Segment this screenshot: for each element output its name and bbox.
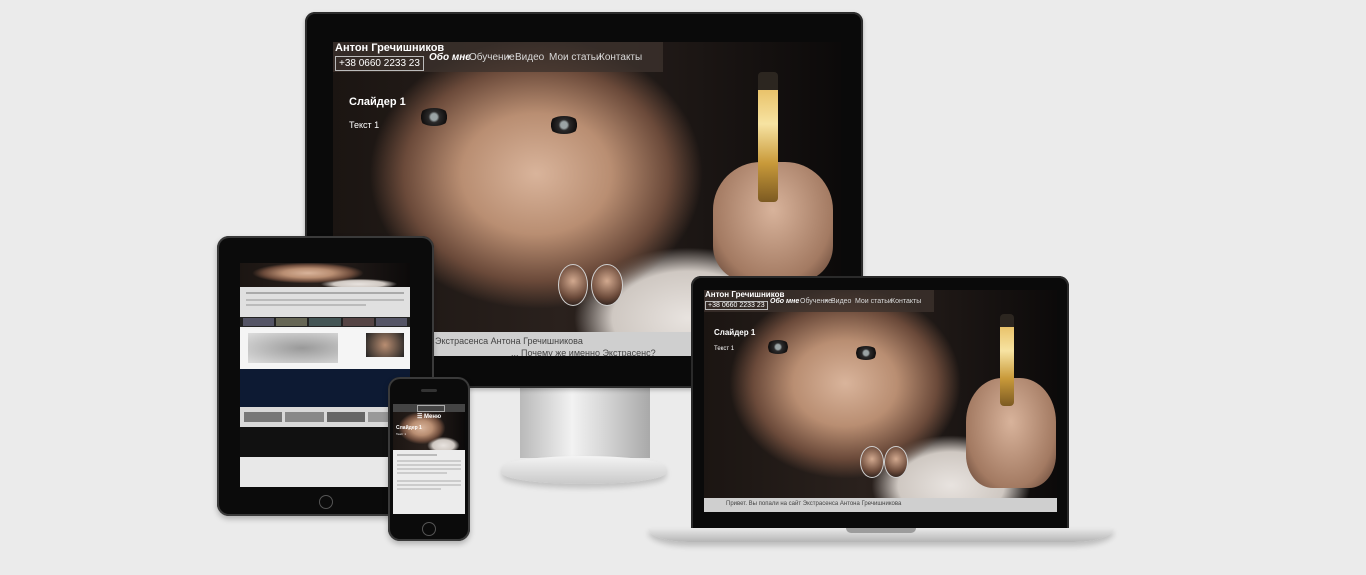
photo-eye-right — [548, 116, 580, 134]
photo-eye-left — [418, 108, 450, 126]
slide-title: Слайдер 1 — [714, 328, 756, 337]
slider-thumb-2[interactable] — [591, 264, 623, 306]
phone-screen: ☰ Меню Слайдер 1 Текст 1 — [393, 404, 465, 514]
slider-thumb-2[interactable] — [884, 446, 908, 478]
tablet-article — [240, 329, 410, 369]
photo-eye-left — [766, 340, 790, 354]
phone-slide-text: Текст 1 — [396, 432, 407, 436]
site-phone[interactable]: +38 0660 2233 23 — [705, 301, 768, 310]
site-phone[interactable]: +38 0660 2233 23 — [335, 56, 424, 71]
slide-title: Слайдер 1 — [349, 96, 406, 108]
chevron-down-icon: ▾ — [825, 298, 828, 304]
nav-articles[interactable]: Мои статьи — [855, 298, 892, 305]
photo-vial — [758, 72, 778, 202]
intro-strip: Экстрасенса Антона Гречишникова ... Поче… — [433, 332, 691, 356]
phone-home-button[interactable] — [422, 522, 436, 536]
tablet-footer — [240, 457, 410, 487]
photo-eye-right — [854, 346, 878, 360]
tablet-video — [240, 427, 410, 457]
photo-vial — [1000, 314, 1014, 406]
chevron-down-icon: ▾ — [507, 54, 511, 61]
tablet-banner — [240, 369, 410, 407]
intro-line-2: ... Почему же именно Экстрасенс? — [511, 348, 656, 356]
monitor-stand-neck — [520, 388, 650, 458]
nav-about[interactable]: Обо мне — [770, 298, 799, 305]
site-title[interactable]: Антон Гречишников — [335, 42, 444, 54]
nav-video[interactable]: Видео — [831, 298, 851, 305]
phone-slide-title: Слайдер 1 — [396, 425, 422, 431]
nav-contacts[interactable]: Контакты — [891, 298, 921, 305]
intro-strip: Привет. Вы попали на сайт Экстрасенса Ан… — [704, 498, 1057, 512]
slider-thumb-1[interactable] — [558, 264, 588, 306]
monitor-stand-base — [502, 456, 666, 484]
laptop-screen: Антон Гречишников +38 0660 2233 23 Обо м… — [704, 290, 1057, 512]
tablet-home-button[interactable] — [319, 495, 333, 509]
phone-slider: ☰ Меню Слайдер 1 Текст 1 — [393, 412, 465, 450]
slider-thumb-1[interactable] — [860, 446, 884, 478]
phone-menu-button[interactable]: ☰ Меню — [417, 413, 441, 420]
tablet-gallery — [240, 317, 410, 327]
laptop-notch — [846, 528, 916, 533]
nav-about[interactable]: Обо мне — [429, 52, 471, 63]
phone-speaker — [421, 389, 437, 392]
tablet-screen — [240, 263, 410, 487]
tablet-text-block — [240, 287, 410, 317]
tablet-header — [240, 263, 410, 287]
intro-line-1: Экстрасенса Антона Гречишникова — [435, 336, 583, 346]
intro-line-1: Привет. Вы попали на сайт Экстрасенса Ан… — [726, 501, 902, 507]
slide-text: Текст 1 — [349, 120, 380, 130]
nav-contacts[interactable]: Контакты — [599, 52, 642, 63]
nav-articles[interactable]: Мои статьи — [549, 52, 602, 63]
tablet-row-thumbs — [240, 407, 410, 427]
phone-topbar — [393, 404, 465, 412]
slide-text: Текст 1 — [714, 346, 735, 352]
phone-content — [397, 454, 461, 512]
nav-video[interactable]: Видео — [515, 52, 544, 63]
